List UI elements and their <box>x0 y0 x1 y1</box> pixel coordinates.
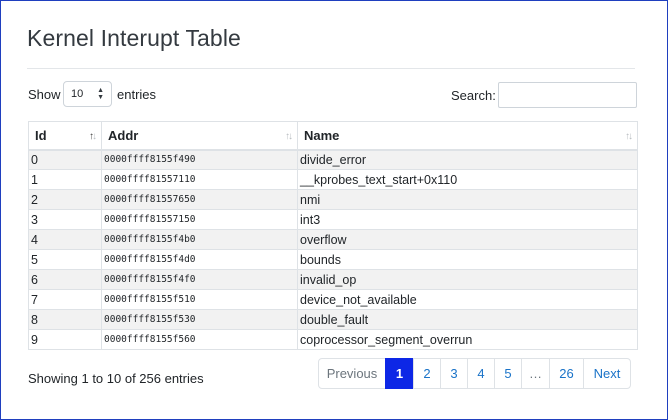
table-row: 4 0000ffff8155f4b0 overflow <box>28 229 638 250</box>
cell-name: invalid_op <box>297 269 638 290</box>
cell-addr: 0000ffff81557110 <box>101 169 298 190</box>
column-header-addr[interactable]: Addr ↑↓ <box>101 121 298 151</box>
table-row: 8 0000ffff8155f530 double_fault <box>28 309 638 330</box>
interrupt-table: Id ↑↓ Addr ↑↓ Name ↑↓ 0 0000ffff8155f490… <box>28 121 638 350</box>
table-info-text: Showing 1 to 10 of 256 entries <box>28 371 204 386</box>
cell-addr: 0000ffff81557150 <box>101 209 298 230</box>
entries-length-select[interactable]: 10 ▲ ▼ <box>63 81 112 107</box>
cell-id: 5 <box>28 249 102 270</box>
table-row: 6 0000ffff8155f4f0 invalid_op <box>28 269 638 290</box>
sort-ascending-icon: ↑↓ <box>89 131 97 142</box>
table-header-row: Id ↑↓ Addr ↑↓ Name ↑↓ <box>28 121 638 151</box>
cell-id: 4 <box>28 229 102 250</box>
table-row: 1 0000ffff81557110 __kprobes_text_start+… <box>28 169 638 190</box>
entries-length-value: 10 <box>71 88 84 100</box>
cell-addr: 0000ffff8155f490 <box>101 149 298 170</box>
column-header-id-label: Id <box>35 127 47 143</box>
pagination: Previous 1 2 3 4 5 … 26 Next <box>318 358 631 389</box>
cell-name: nmi <box>297 189 638 210</box>
title-divider <box>27 68 635 69</box>
sort-both-icon: ↑↓ <box>625 131 633 142</box>
pagination-page-3[interactable]: 3 <box>440 358 468 389</box>
cell-name: bounds <box>297 249 638 270</box>
cell-name: coprocessor_segment_overrun <box>297 329 638 350</box>
cell-addr: 0000ffff8155f530 <box>101 309 298 330</box>
table-row: 7 0000ffff8155f510 device_not_available <box>28 289 638 310</box>
cell-name: overflow <box>297 229 638 250</box>
cell-id: 9 <box>28 329 102 350</box>
cell-id: 7 <box>28 289 102 310</box>
pagination-page-26[interactable]: 26 <box>549 358 584 389</box>
pagination-previous-button[interactable]: Previous <box>318 358 386 389</box>
cell-name: device_not_available <box>297 289 638 310</box>
cell-addr: 0000ffff8155f4d0 <box>101 249 298 270</box>
cell-name: int3 <box>297 209 638 230</box>
column-header-addr-label: Addr <box>108 127 139 143</box>
cell-name: __kprobes_text_start+0x110 <box>297 169 638 190</box>
cell-id: 3 <box>28 209 102 230</box>
pagination-page-2[interactable]: 2 <box>413 358 441 389</box>
pagination-page-5[interactable]: 5 <box>494 358 522 389</box>
select-arrows-icon: ▲ ▼ <box>97 87 104 101</box>
sort-both-icon: ↑↓ <box>285 131 293 142</box>
table-row: 2 0000ffff81557650 nmi <box>28 189 638 210</box>
cell-addr: 0000ffff8155f510 <box>101 289 298 310</box>
cell-id: 2 <box>28 189 102 210</box>
cell-addr: 0000ffff8155f560 <box>101 329 298 350</box>
cell-id: 8 <box>28 309 102 330</box>
app-window: Kernel Interupt Table Show 10 ▲ ▼ entries… <box>0 0 668 420</box>
search-input[interactable] <box>498 82 637 108</box>
pagination-ellipsis: … <box>521 358 550 389</box>
column-header-name[interactable]: Name ↑↓ <box>297 121 638 151</box>
cell-id: 1 <box>28 169 102 190</box>
pagination-page-1[interactable]: 1 <box>385 358 414 389</box>
table-row: 3 0000ffff81557150 int3 <box>28 209 638 230</box>
page-title: Kernel Interupt Table <box>27 25 241 51</box>
pagination-next-button[interactable]: Next <box>583 358 631 389</box>
table-row: 0 0000ffff8155f490 divide_error <box>28 149 638 170</box>
column-header-name-label: Name <box>304 127 340 143</box>
cell-addr: 0000ffff81557650 <box>101 189 298 210</box>
cell-id: 0 <box>28 149 102 170</box>
cell-addr: 0000ffff8155f4f0 <box>101 269 298 290</box>
entries-label: entries <box>117 87 157 102</box>
table-row: 9 0000ffff8155f560 coprocessor_segment_o… <box>28 329 638 350</box>
cell-addr: 0000ffff8155f4b0 <box>101 229 298 250</box>
column-header-id[interactable]: Id ↑↓ <box>28 121 102 151</box>
search-label: Search: <box>451 88 496 103</box>
show-label: Show <box>28 87 61 102</box>
pagination-page-4[interactable]: 4 <box>467 358 495 389</box>
cell-name: divide_error <box>297 149 638 170</box>
table-row: 5 0000ffff8155f4d0 bounds <box>28 249 638 270</box>
cell-name: double_fault <box>297 309 638 330</box>
cell-id: 6 <box>28 269 102 290</box>
